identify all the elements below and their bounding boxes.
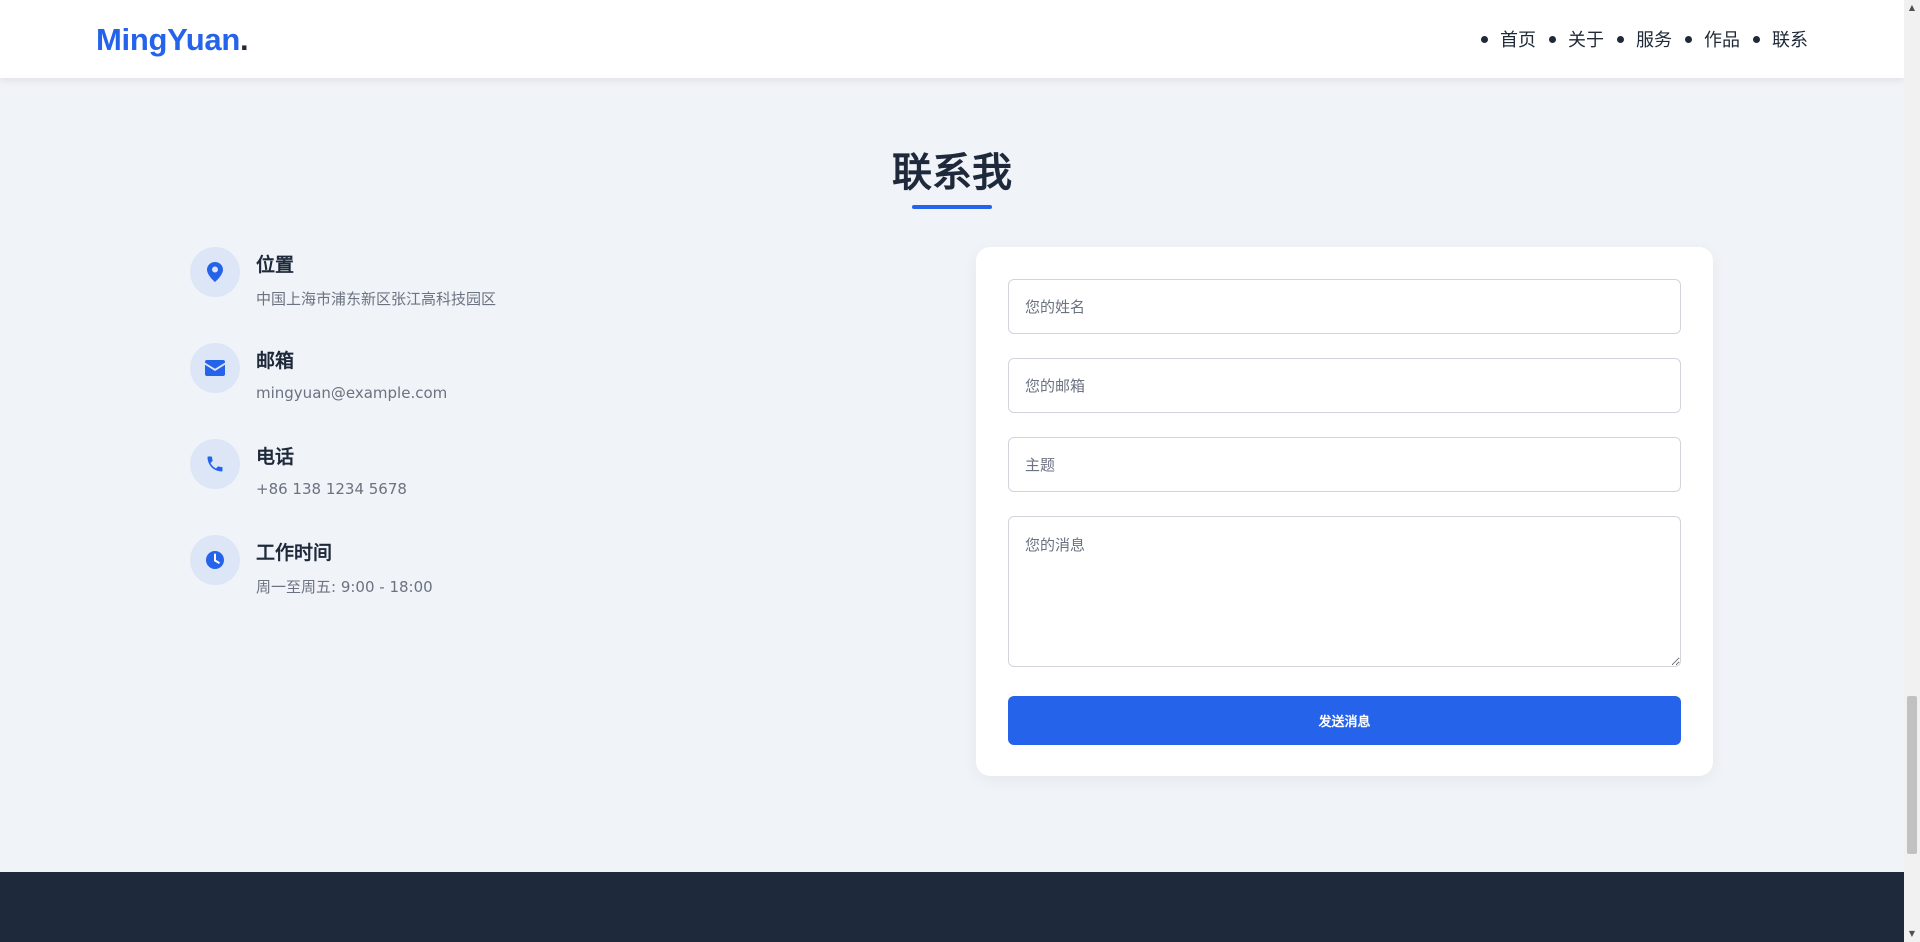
logo-dot: . — [240, 22, 249, 57]
contact-item-title: 电话 — [256, 446, 295, 468]
nav-label: 联系 — [1772, 30, 1808, 51]
scroll-up-icon[interactable]: ▲ — [1904, 0, 1920, 16]
bullet-icon — [1617, 35, 1624, 43]
site-footer — [0, 872, 1904, 942]
contact-item-value: 中国上海市浦东新区张江高科技园区 — [256, 290, 497, 308]
title-underline — [912, 205, 992, 209]
section-title: 联系我 — [892, 150, 1012, 196]
nav-label: 作品 — [1704, 30, 1740, 51]
main-nav: 首页 关于 服务 作品 联系 — [1468, 26, 1808, 52]
name-input[interactable] — [1008, 279, 1681, 334]
bullet-icon — [1753, 35, 1760, 43]
contact-item-title: 工作时间 — [256, 542, 333, 564]
bullet-icon — [1549, 35, 1556, 43]
phone-icon — [190, 439, 240, 489]
bullet-icon — [1685, 35, 1692, 43]
nav-item-services[interactable]: 服务 — [1617, 26, 1672, 52]
site-logo[interactable]: MingYuan. — [96, 22, 249, 58]
subject-input[interactable] — [1008, 437, 1681, 492]
nav-label: 首页 — [1500, 30, 1536, 51]
scroll-thumb[interactable] — [1907, 696, 1917, 854]
nav-item-about[interactable]: 关于 — [1549, 26, 1604, 52]
bullet-icon — [1481, 35, 1488, 43]
nav-label: 服务 — [1636, 30, 1672, 51]
contact-item-value: mingyuan@example.com — [256, 384, 448, 402]
site-header: MingYuan. 首页 关于 服务 作品 联系 — [0, 0, 1904, 78]
nav-item-portfolio[interactable]: 作品 — [1685, 26, 1740, 52]
contact-form: 发送消息 — [976, 247, 1713, 776]
logo-text: MingYuan — [96, 22, 240, 57]
nav-item-home[interactable]: 首页 — [1481, 26, 1536, 52]
send-message-button[interactable]: 发送消息 — [1008, 696, 1681, 745]
contact-item-title: 位置 — [256, 254, 295, 276]
contact-item-value: 周一至周五: 9:00 - 18:00 — [256, 578, 433, 596]
page-scrollbar[interactable]: ▲ ▼ — [1904, 0, 1920, 942]
message-textarea[interactable] — [1008, 516, 1681, 667]
envelope-icon — [190, 343, 240, 393]
contact-item-value: +86 138 1234 5678 — [256, 480, 407, 498]
nav-label: 关于 — [1568, 30, 1604, 51]
clock-icon — [190, 535, 240, 585]
location-pin-icon — [190, 247, 240, 297]
scroll-down-icon[interactable]: ▼ — [1904, 926, 1920, 942]
contact-item-title: 邮箱 — [256, 350, 295, 372]
nav-item-contact[interactable]: 联系 — [1753, 26, 1808, 52]
email-input[interactable] — [1008, 358, 1681, 413]
